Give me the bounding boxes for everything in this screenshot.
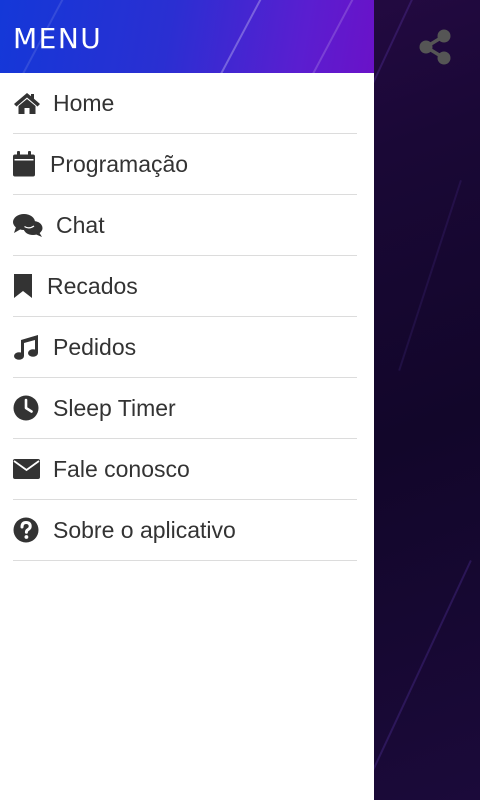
menu-item-label: Chat xyxy=(56,211,105,238)
calendar-icon xyxy=(13,150,37,178)
menu-item-programacao[interactable]: Programação xyxy=(13,134,357,195)
menu-item-label: Programação xyxy=(50,150,189,177)
menu-item-pedidos[interactable]: Pedidos xyxy=(13,317,357,378)
menu-item-label: Sleep Timer xyxy=(53,394,176,421)
menu-item-label: Pedidos xyxy=(53,333,137,360)
background-streak xyxy=(360,560,472,797)
share-icon xyxy=(419,29,451,65)
menu-item-chat[interactable]: Chat xyxy=(13,195,357,256)
envelope-icon xyxy=(13,455,41,483)
music-icon xyxy=(13,333,41,361)
drawer-header: MENU xyxy=(0,0,374,73)
menu-item-label: Fale conosco xyxy=(53,455,190,482)
bookmark-icon xyxy=(13,272,35,300)
home-icon xyxy=(13,89,41,117)
menu-item-sleep-timer[interactable]: Sleep Timer xyxy=(13,378,357,439)
menu-item-home[interactable]: Home xyxy=(13,73,357,134)
menu-item-recados[interactable]: Recados xyxy=(13,256,357,317)
header-streak xyxy=(297,0,365,73)
drawer-title: MENU xyxy=(13,22,103,55)
menu-item-label: Recados xyxy=(47,272,138,299)
menu-list: Home Programação Chat Recados Pedidos Sl… xyxy=(0,73,374,561)
menu-item-sobre[interactable]: Sobre o aplicativo xyxy=(13,500,357,561)
share-button[interactable] xyxy=(414,26,456,68)
menu-item-label: Home xyxy=(53,89,115,116)
menu-item-fale-conosco[interactable]: Fale conosco xyxy=(13,439,357,500)
chat-icon xyxy=(13,211,43,239)
menu-item-label: Sobre o aplicativo xyxy=(53,516,236,543)
question-icon xyxy=(13,516,41,544)
clock-icon xyxy=(13,394,41,422)
background-streak xyxy=(398,180,462,371)
app-screen: MENU Home Programação Chat Recados Pedid… xyxy=(0,0,480,800)
navigation-drawer: MENU Home Programação Chat Recados Pedid… xyxy=(0,0,374,800)
header-streak xyxy=(205,0,273,73)
